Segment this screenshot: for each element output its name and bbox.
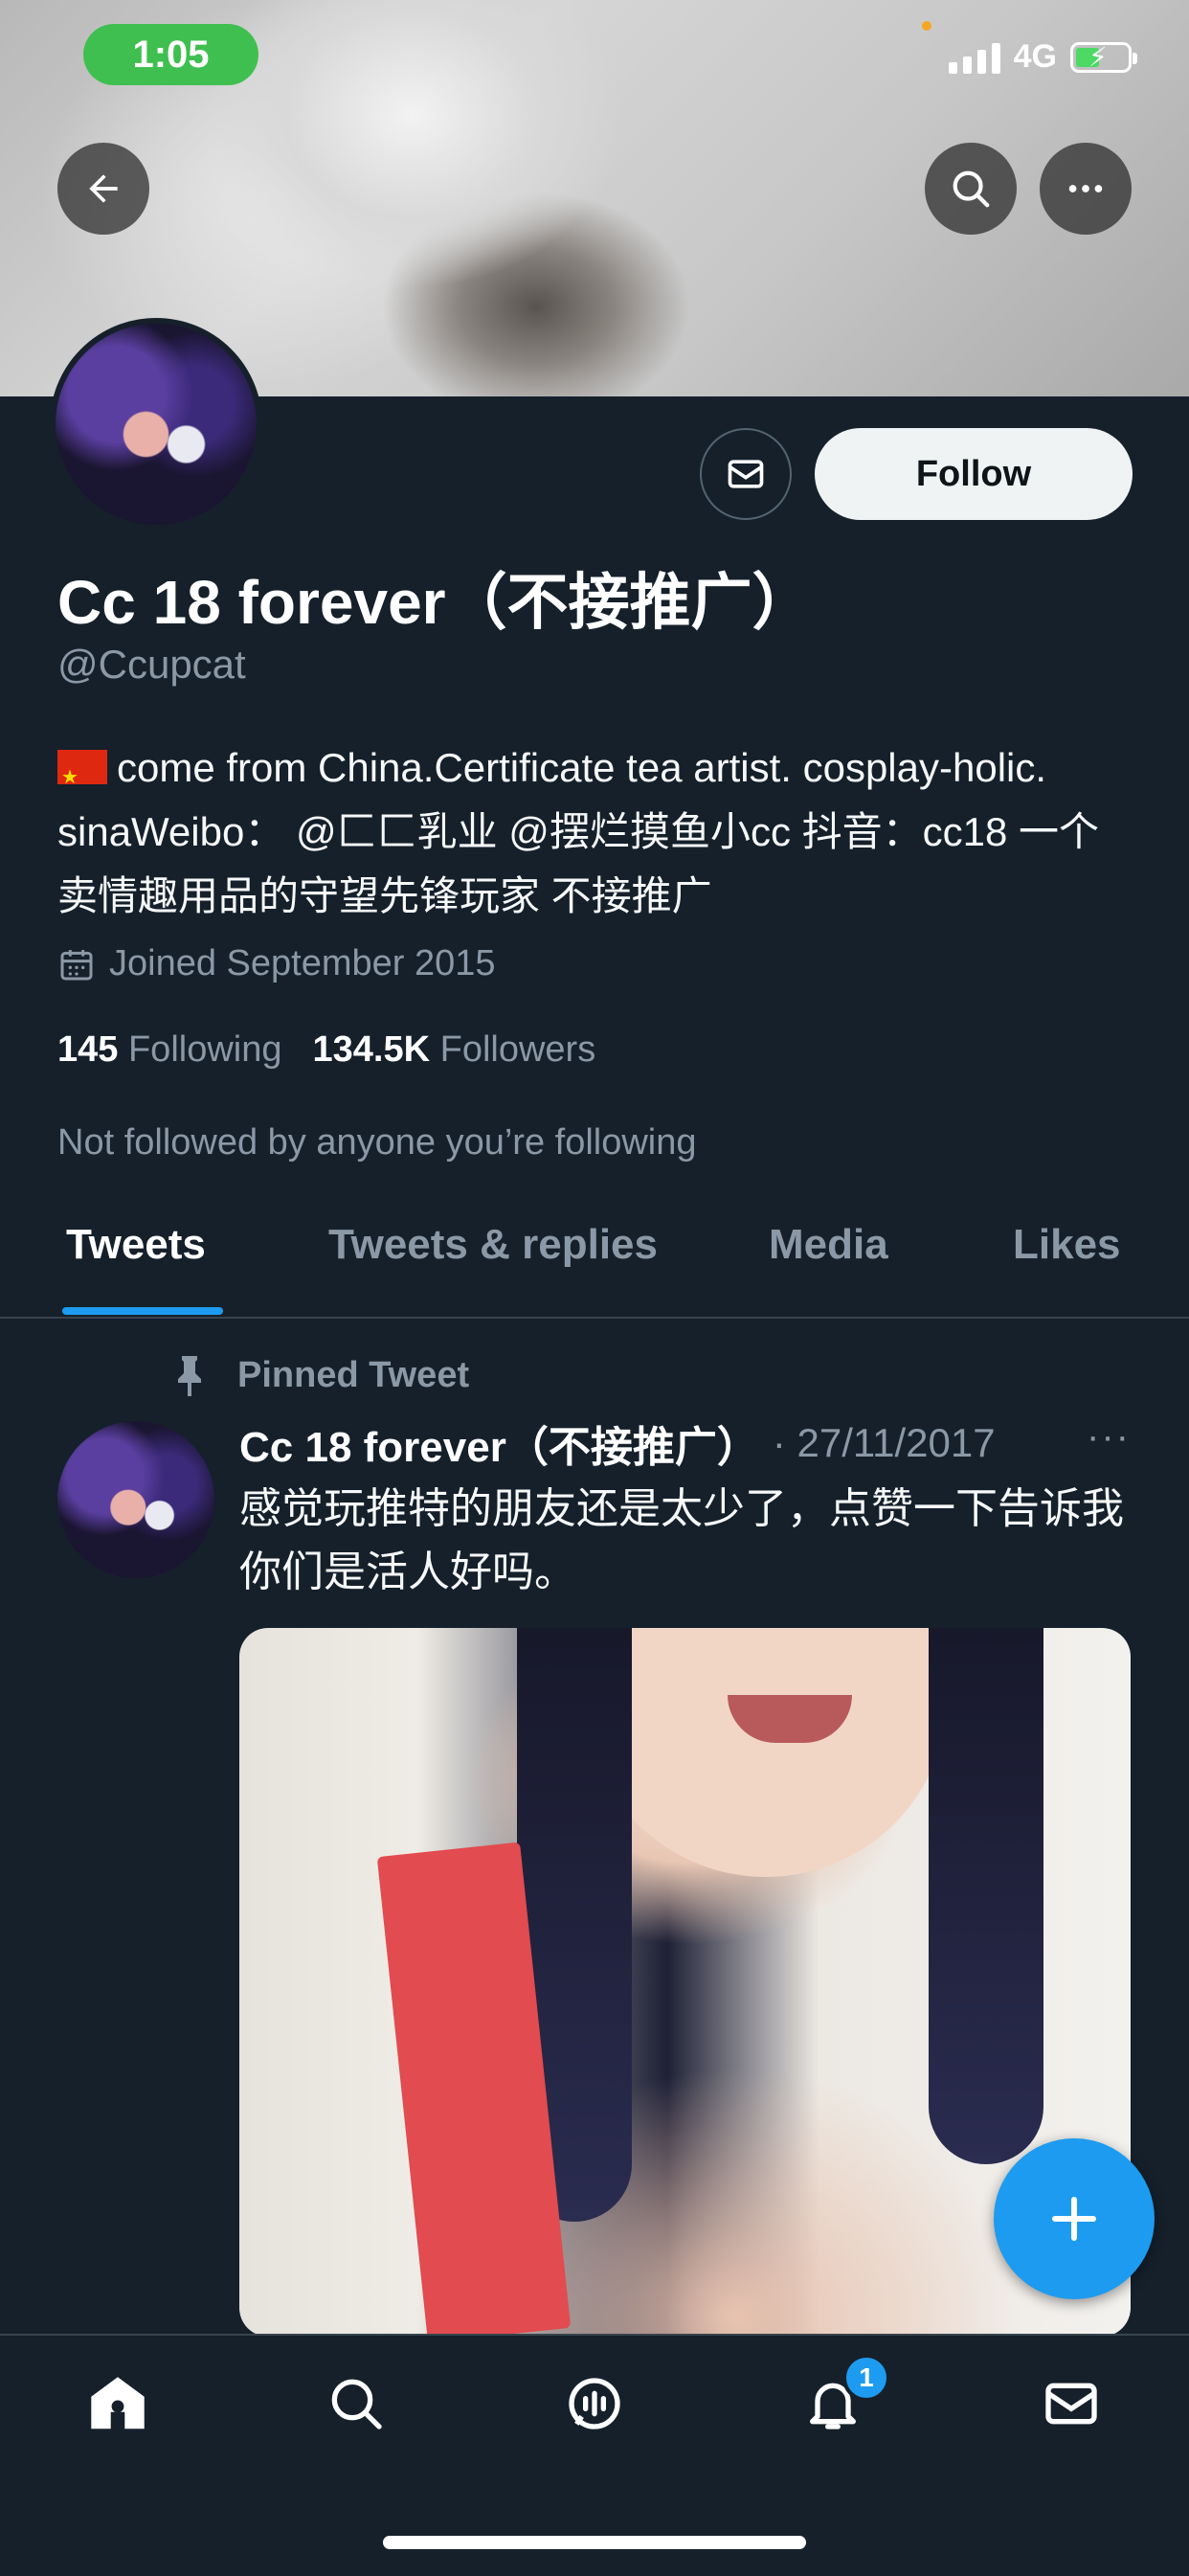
search-button[interactable] [925,143,1017,235]
battery-icon: ⚡ [1070,41,1137,73]
following-label: Following [127,1029,282,1070]
plus-icon [1052,2197,1096,2241]
tabs-divider [0,1317,1189,1319]
status-indicators: 4G ⚡ [948,38,1137,76]
messages-icon [1045,2383,1097,2425]
more-options-button[interactable] [1040,143,1132,235]
back-button[interactable] [57,143,149,235]
tab-tweets-replies[interactable]: Tweets & replies [328,1221,658,1269]
nav-messages[interactable] [1033,2365,1110,2442]
tweet-avatar[interactable] [57,1421,214,1578]
profile-tabs: Tweets Tweets & replies Media Likes [0,1221,1189,1317]
pinned-label: Pinned Tweet [170,1352,469,1398]
bio-text: come from China.Certificate tea artist. … [57,745,1100,918]
followed-by-text: Not followed by anyone you’re following [57,1122,697,1163]
tab-media[interactable]: Media [769,1221,888,1269]
china-flag-icon [57,746,107,810]
follow-stats: 145 Following 134.5K Followers [57,1029,595,1071]
joined-text: Joined September 2015 [109,943,496,983]
tweet-author[interactable]: Cc 18 forever（不接推广） [239,1412,759,1474]
tweet-more-button[interactable]: ··· [1087,1415,1131,1458]
followers-label: Followers [439,1029,596,1070]
pin-icon [178,1356,201,1396]
following-link[interactable]: 145 Following [57,1029,282,1071]
display-name: Cc 18 forever（不接推广） [57,568,814,637]
joined-date: Joined September 2015 [57,943,496,984]
notification-badge: 1 [842,2354,890,2402]
nav-search[interactable] [318,2365,394,2442]
calendar-icon [60,949,93,980]
profile-bio: come from China.Certificate tea artist. … [57,735,1120,928]
search-icon [331,2379,382,2429]
user-handle: @Ccupcat [57,642,246,687]
nav-spaces[interactable] [556,2365,633,2442]
tab-tweets[interactable]: Tweets [66,1221,206,1269]
tweet-header: Cc 18 forever（不接推广） · 27/11/2017 [239,1412,996,1474]
network-label: 4G [1013,38,1057,75]
following-count: 145 [57,1029,119,1070]
pinned-text: Pinned Tweet [237,1354,470,1395]
signal-icon [948,41,1000,74]
active-tab-indicator [62,1307,223,1315]
nav-home[interactable] [79,2365,156,2442]
envelope-icon [728,460,764,488]
compose-tweet-button[interactable] [994,2138,1155,2299]
search-icon [953,170,990,208]
home-icon [91,2377,145,2429]
followers-count: 134.5K [312,1029,431,1070]
tweet-text: 感觉玩推特的朋友还是太少了，点赞一下告诉我你们是活人好吗。 [239,1485,1124,1595]
more-dots-icon [1068,185,1103,192]
spaces-icon [569,2378,620,2429]
back-arrow-icon [89,174,118,203]
followers-link[interactable]: 134.5K Followers [313,1029,596,1071]
tweet-date[interactable]: · 27/11/2017 [773,1420,996,1466]
follow-button[interactable]: Follow [815,428,1133,520]
status-time: 1:05 [83,24,258,85]
tab-likes[interactable]: Likes [1013,1221,1121,1269]
message-button[interactable] [700,428,792,520]
home-indicator[interactable] [383,2536,806,2549]
profile-avatar[interactable] [50,318,262,531]
privacy-indicator [922,21,931,31]
